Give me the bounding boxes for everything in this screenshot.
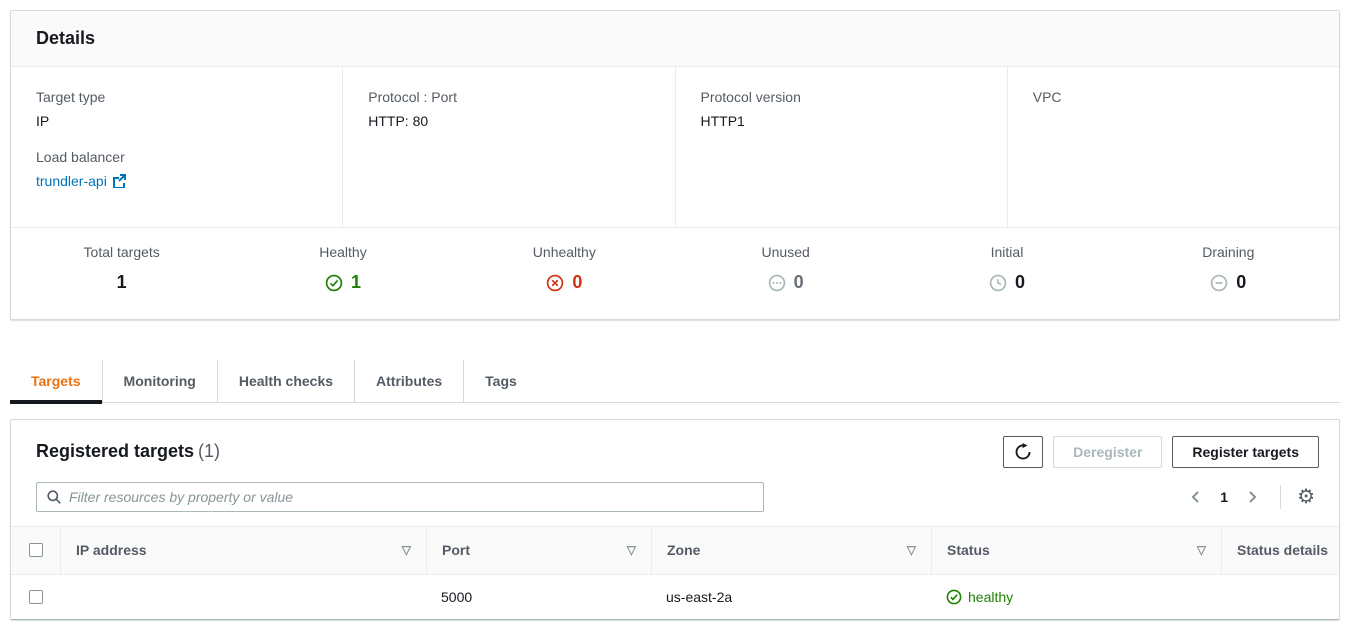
sort-icon[interactable]: ▽ [907,543,916,557]
details-title: Details [36,28,95,48]
clock-circle-icon [989,274,1007,292]
details-col-2: Protocol : Port HTTP: 80 [342,67,674,227]
summary-label: Healthy [232,244,453,260]
load-balancer-link-text: trundler-api [36,173,107,189]
protocol-port-value: HTTP: 80 [368,113,649,129]
summary-total-targets: Total targets 1 [11,244,232,295]
column-label: Zone [667,542,700,558]
table-header-row: IP address ▽ Port ▽ Zone ▽ Status ▽ Stat… [11,526,1339,576]
refresh-icon [1014,443,1032,461]
details-col-3: Protocol version HTTP1 [675,67,1007,227]
ellipsis-circle-icon [768,274,786,292]
pager-divider [1280,485,1281,509]
tab-monitoring[interactable]: Monitoring [102,360,217,402]
summary-label: Initial [896,244,1117,260]
column-header-port[interactable]: Port ▽ [426,527,651,575]
details-grid: Target type IP Load balancer trundler-ap… [11,67,1339,227]
previous-page-button[interactable] [1180,485,1212,509]
load-balancer-label: Load balancer [36,149,317,165]
chevron-left-icon [1188,489,1204,505]
sort-icon[interactable]: ▽ [402,543,411,557]
tab-health-checks[interactable]: Health checks [217,360,354,402]
protocol-port-label: Protocol : Port [368,89,649,105]
column-header-status-details: Status details [1221,527,1339,575]
target-type-label: Target type [36,89,317,105]
filter-search-box [36,482,764,512]
sort-icon[interactable]: ▽ [627,543,636,557]
details-card-header: Details [11,11,1339,67]
protocol-version-value: HTTP1 [701,113,982,129]
vpc-label: VPC [1033,89,1314,105]
cell-port: 5000 [426,575,651,619]
register-targets-button[interactable]: Register targets [1172,436,1319,468]
next-page-button[interactable] [1236,485,1268,509]
cell-zone: us-east-2a [651,575,931,619]
summary-value: 0 [1236,272,1246,293]
x-circle-icon [546,274,564,292]
cell-ip-address [60,575,426,619]
column-header-zone[interactable]: Zone ▽ [651,527,931,575]
summary-value: 0 [1015,272,1025,293]
minus-circle-icon [1210,274,1228,292]
summary-label: Unused [675,244,896,260]
cell-status-details [1221,575,1339,619]
registered-targets-count: (1) [198,441,220,461]
cell-status: healthy [931,575,1221,619]
column-header-ip-address[interactable]: IP address ▽ [60,527,426,575]
sort-icon[interactable]: ▽ [1197,543,1206,557]
registered-targets-heading: Registered targets (1) [36,441,220,462]
summary-value: 0 [794,272,804,293]
status-text: healthy [968,589,1013,605]
check-circle-icon [325,274,343,292]
row-select-cell [11,575,60,619]
chevron-right-icon [1244,489,1260,505]
target-type-value: IP [36,113,317,129]
tab-bar: Targets Monitoring Health checks Attribu… [10,360,1340,403]
load-balancer-link[interactable]: trundler-api [36,173,126,189]
filter-input[interactable] [69,489,754,505]
table-row: 5000 us-east-2a healthy [11,575,1339,619]
row-checkbox[interactable] [29,590,43,604]
select-all-cell [11,527,60,575]
summary-label: Unhealthy [454,244,675,260]
summary-value: 0 [572,272,582,293]
protocol-version-label: Protocol version [701,89,982,105]
summary-value: 1 [117,272,127,293]
summary-value: 1 [351,272,361,293]
summary-label: Total targets [11,244,232,260]
column-label: Port [442,542,470,558]
page-number[interactable]: 1 [1212,489,1236,505]
pagination: 1 ⚙ [1180,485,1319,509]
registered-targets-title: Registered targets [36,441,194,461]
column-label: Status details [1237,541,1328,561]
summary-draining: Draining 0 [1118,244,1339,295]
settings-gear-icon[interactable]: ⚙ [1293,487,1319,507]
summary-healthy: Healthy 1 [232,244,453,295]
column-label: Status [947,542,990,558]
details-col-4: VPC [1007,67,1339,227]
summary-label: Draining [1118,244,1339,260]
external-link-icon [112,174,126,188]
healthy-status-icon [946,589,962,605]
select-all-checkbox[interactable] [29,543,43,557]
details-card: Details Target type IP Load balancer tru… [10,10,1340,320]
summary-initial: Initial 0 [896,244,1117,295]
tab-targets[interactable]: Targets [10,360,102,402]
summary-unhealthy: Unhealthy 0 [454,244,675,295]
details-col-1: Target type IP Load balancer trundler-ap… [11,67,342,227]
registered-targets-card: Registered targets (1) Deregister Regist… [10,419,1340,621]
tab-attributes[interactable]: Attributes [354,360,463,402]
target-health-summary: Total targets 1 Healthy 1 Unhealthy 0 Un… [11,227,1339,319]
summary-unused: Unused 0 [675,244,896,295]
column-header-status[interactable]: Status ▽ [931,527,1221,575]
tab-tags[interactable]: Tags [463,360,538,402]
search-icon [46,489,62,505]
deregister-button[interactable]: Deregister [1053,436,1162,468]
refresh-button[interactable] [1003,436,1043,468]
column-label: IP address [76,542,147,558]
